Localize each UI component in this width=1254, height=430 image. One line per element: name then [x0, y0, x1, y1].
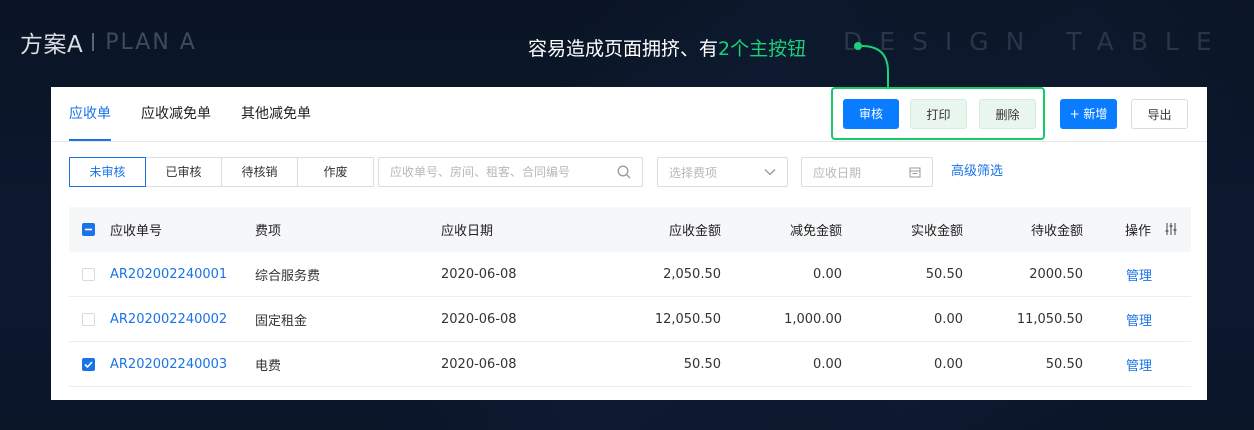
manage-link[interactable]: 管理	[1126, 310, 1152, 329]
date-picker-placeholder: 应收日期	[813, 165, 862, 180]
advanced-filter-link[interactable]: 高级筛选	[951, 157, 1003, 187]
fee-cell: 综合服务费	[255, 268, 321, 284]
receivable-amount-cell: 50.50	[683, 356, 721, 372]
table-row: AR202002240002 固定租金 2020-06-08 12,050.50…	[69, 297, 1191, 342]
fee-cell: 电费	[255, 358, 282, 374]
row-checkbox[interactable]	[82, 358, 95, 371]
table-row: AR202002240001 综合服务费 2020-06-08 2,050.50…	[69, 252, 1191, 297]
select-all-checkbox[interactable]	[82, 223, 95, 236]
fee-select[interactable]: 选择费项	[657, 157, 788, 187]
col-header-waived: 减免金额	[789, 224, 842, 239]
manage-link[interactable]: 管理	[1126, 355, 1152, 374]
add-button[interactable]: + 新增	[1060, 99, 1117, 129]
search-icon[interactable]	[617, 165, 631, 179]
tab-bar: 应收单 应收减免单 其他减免单	[69, 87, 341, 141]
received-amount-cell: 0.00	[934, 356, 963, 372]
row-checkbox[interactable]	[82, 313, 95, 326]
col-header-received: 实收金额	[910, 224, 963, 239]
receivable-no-link[interactable]: AR202002240001	[110, 267, 227, 282]
date-cell: 2020-06-08	[441, 311, 517, 327]
col-header-receivable: 应收金额	[668, 224, 721, 239]
receivable-no-link[interactable]: AR202002240003	[110, 357, 227, 372]
plan-title: 方案A PLAN A	[20, 27, 197, 59]
received-amount-cell: 50.50	[925, 266, 963, 282]
search-field[interactable]	[378, 157, 643, 187]
col-header-fee: 费项	[255, 224, 282, 239]
receivable-amount-cell: 2,050.50	[663, 266, 721, 282]
plan-title-en: PLAN A	[105, 29, 197, 55]
tab-receivable-waiver[interactable]: 应收减免单	[141, 87, 211, 141]
table-row: AR202002240003 电费 2020-06-08 50.50 0.00 …	[69, 342, 1191, 387]
date-picker[interactable]: 应收日期	[801, 157, 933, 187]
col-header-pending: 待收金额	[1030, 224, 1083, 239]
watermark-text: DESIGN TABLE	[843, 27, 1229, 56]
filter-pending-writeoff[interactable]: 待核销	[221, 157, 298, 187]
col-header-action: 操作	[1125, 224, 1152, 239]
pending-amount-cell: 11,050.50	[1016, 311, 1083, 327]
settings-sliders-icon[interactable]	[1165, 222, 1177, 236]
received-amount-cell: 0.00	[934, 311, 963, 327]
checkbox-checked-icon	[84, 361, 93, 369]
col-header-no: 应收单号	[110, 224, 163, 239]
manage-link[interactable]: 管理	[1126, 265, 1152, 284]
search-input[interactable]	[390, 165, 617, 179]
calendar-icon	[909, 167, 921, 178]
print-button[interactable]: 打印	[910, 99, 967, 129]
receivable-amount-cell: 12,050.50	[654, 311, 721, 327]
date-cell: 2020-06-08	[441, 266, 517, 282]
filter-approved[interactable]: 已审核	[145, 157, 222, 187]
approve-button[interactable]: 审核	[843, 99, 899, 129]
annotation-highlight: 2个主按钮	[718, 38, 807, 60]
main-panel: 应收单 应收减免单 其他减免单 审核 打印 删除 + 新增 导出 未审核 已审核…	[51, 87, 1207, 400]
filter-void[interactable]: 作废	[297, 157, 374, 187]
annotation-callout: 容易造成页面拥挤、有2个主按钮	[528, 34, 806, 61]
date-cell: 2020-06-08	[441, 356, 517, 372]
status-filter-group: 未审核 已审核 待核销 作废	[69, 157, 374, 187]
pending-amount-cell: 50.50	[1045, 356, 1083, 372]
fee-select-placeholder: 选择费项	[669, 165, 718, 180]
table-header: 应收单号 费项 应收日期 应收金额 减免金额 实收金额 待收金额 操作	[69, 207, 1191, 252]
waived-amount-cell: 0.00	[813, 266, 842, 282]
waived-amount-cell: 0.00	[813, 356, 842, 372]
fee-cell: 固定租金	[255, 313, 308, 329]
col-header-date: 应收日期	[441, 224, 494, 239]
tab-receivable[interactable]: 应收单	[69, 87, 111, 141]
tab-other-waiver[interactable]: 其他减免单	[241, 87, 311, 141]
title-separator	[92, 33, 95, 51]
plan-title-cn: 方案A	[20, 32, 84, 58]
waived-amount-cell: 1,000.00	[784, 311, 842, 327]
receivables-table: 应收单号 费项 应收日期 应收金额 减免金额 实收金额 待收金额 操作 AR20…	[69, 207, 1191, 387]
filter-unapproved[interactable]: 未审核	[69, 157, 146, 187]
delete-button[interactable]: 删除	[979, 99, 1036, 129]
chevron-down-icon	[764, 169, 776, 176]
receivable-no-link[interactable]: AR202002240002	[110, 312, 227, 327]
annotation-text: 容易造成页面拥挤、有	[528, 38, 719, 60]
row-checkbox[interactable]	[82, 268, 95, 281]
checkbox-partial-icon	[85, 228, 92, 231]
export-button[interactable]: 导出	[1131, 99, 1188, 129]
pending-amount-cell: 2000.50	[1029, 266, 1083, 282]
tab-divider	[51, 141, 1207, 142]
